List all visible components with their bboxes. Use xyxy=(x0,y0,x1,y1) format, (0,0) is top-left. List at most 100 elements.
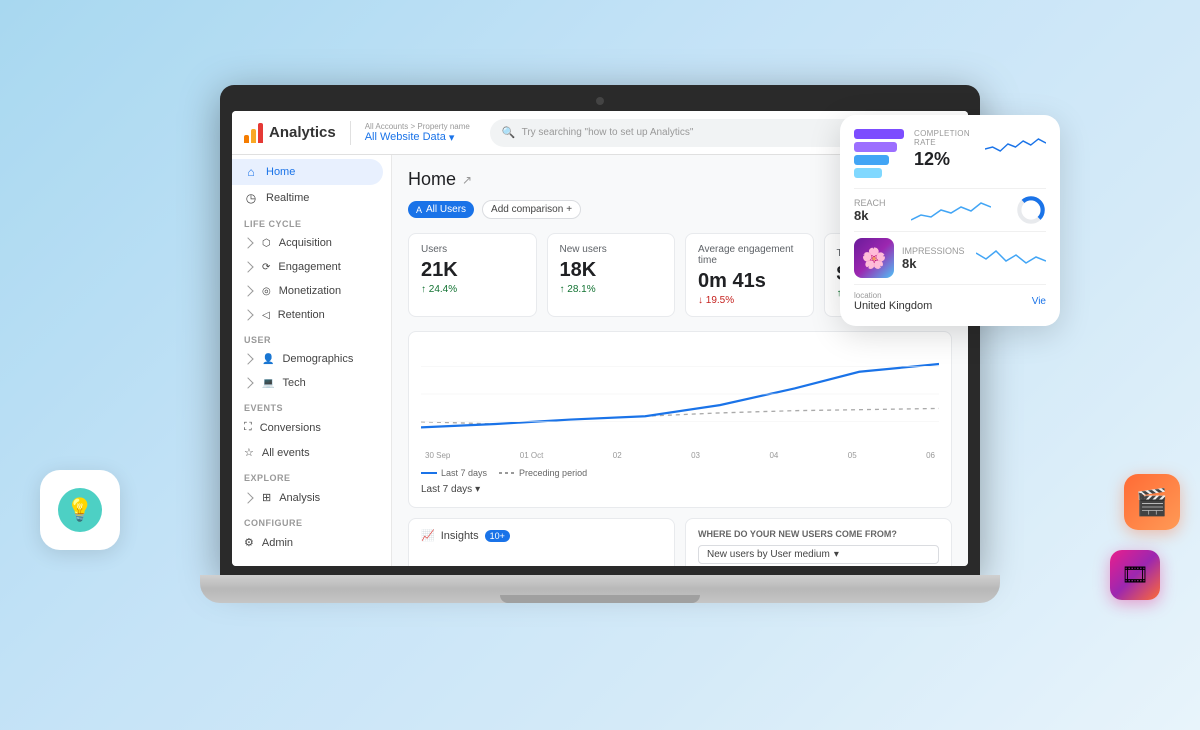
monetization-icon: ◎ xyxy=(262,286,271,297)
sidebar-item-acquisition[interactable]: ⬡ Acquisition xyxy=(232,231,391,255)
expand-arrow-analysis xyxy=(242,492,253,503)
sidebar-item-realtime[interactable]: ◷ Realtime xyxy=(232,185,391,211)
page-title: Home xyxy=(408,169,456,190)
sidebar-item-demographics[interactable]: 👤 Demographics xyxy=(232,347,391,371)
chart-area: 30 Sep 01 Oct 02 03 04 05 06 Last 7 days xyxy=(408,331,952,508)
impressions-value: 8k xyxy=(902,256,968,271)
bar-light-blue xyxy=(854,168,882,178)
sidebar-item-engagement[interactable]: ⟳ Engagement xyxy=(232,255,391,279)
bar-blue xyxy=(854,155,889,165)
bar-purple xyxy=(854,129,904,139)
tech-icon: 💻 xyxy=(262,378,274,389)
plus-icon: + xyxy=(566,204,572,215)
metric-change-new-users: ↑ 28.1% xyxy=(560,284,663,295)
configure-section: CONFIGURE xyxy=(232,510,391,530)
donut-chart xyxy=(1016,195,1046,225)
users-source-dropdown[interactable]: New users by User medium ▾ xyxy=(698,545,939,564)
flower-thumbnail: 🌸 xyxy=(854,238,894,278)
property-selector[interactable]: All Accounts > Property name All Website… xyxy=(365,122,470,144)
sidebar-item-home[interactable]: ⌂ Home xyxy=(232,159,383,185)
analysis-icon: ⊞ xyxy=(262,491,271,504)
view-link[interactable]: Vie xyxy=(1032,296,1046,307)
chevron-down-icon: ▾ xyxy=(475,484,480,495)
insights-title: 📈 Insights 10+ xyxy=(421,529,662,542)
all-users-icon: A xyxy=(416,205,422,215)
location-value: United Kingdom xyxy=(854,300,932,312)
expand-arrow-dem xyxy=(242,353,253,364)
logo-bar-2 xyxy=(251,129,256,143)
sidebar-item-retention[interactable]: ◁ Retention xyxy=(232,303,391,327)
bottom-row: 📈 Insights 10+ WHERE DO YOUR NEW USERS C… xyxy=(408,518,952,566)
metric-value-engagement: 0m 41s xyxy=(698,270,801,293)
sidebar-item-all-events[interactable]: ☆ All events xyxy=(232,440,391,465)
expand-arrow-eng xyxy=(242,261,253,272)
add-comparison-button[interactable]: Add comparison + xyxy=(482,200,581,219)
logo-bars xyxy=(244,123,263,143)
impressions-chart xyxy=(976,243,1046,273)
breadcrumb: All Accounts > Property name xyxy=(365,122,470,131)
property-name[interactable]: All Website Data ▾ xyxy=(365,131,470,144)
home-icon: ⌂ xyxy=(244,165,258,179)
metric-users: Users 21K ↑ 24.4% xyxy=(408,233,537,317)
metric-label-engagement: Average engagement time xyxy=(698,244,801,266)
metric-change-engagement: ↓ 19.5% xyxy=(698,295,801,306)
sidebar-item-monetization[interactable]: ◎ Monetization xyxy=(232,279,391,303)
conversions-icon: ⛶ xyxy=(244,421,252,434)
logo-bar-1 xyxy=(244,135,249,143)
impressions-label: IMPRESSIONS xyxy=(902,246,968,256)
header-divider xyxy=(350,121,351,145)
floating-reel-icon-2: 🎞 xyxy=(1110,550,1160,600)
main-chart xyxy=(421,344,939,444)
sidebar-item-analysis[interactable]: ⊞ Analysis xyxy=(232,485,391,510)
acquisition-icon: ⬡ xyxy=(262,238,271,249)
all-users-badge[interactable]: A All Users xyxy=(408,201,474,218)
bar-violet xyxy=(854,142,897,152)
analytics-logo: Analytics xyxy=(244,123,336,143)
app-title: Analytics xyxy=(269,124,336,141)
demographics-icon: 👤 xyxy=(262,354,274,365)
expand-arrow xyxy=(242,237,253,248)
reel-icon: 🎬 xyxy=(1136,487,1168,518)
gear-icon: ⚙ xyxy=(244,536,254,549)
sidebar: ⌂ Home ◷ Realtime LIFE CYCLE ⬡ Acquisiti… xyxy=(232,155,392,566)
expand-arrow-ret xyxy=(242,309,253,320)
metric-value-users: 21K xyxy=(421,259,524,282)
chevron-down-icon: ▾ xyxy=(449,131,455,144)
user-section: USER xyxy=(232,327,391,347)
floating-lightbulb-card: 💡 xyxy=(40,470,120,550)
completion-rate-value: 12% xyxy=(914,149,975,170)
camera xyxy=(596,97,604,105)
expand-arrow-tech xyxy=(242,377,253,388)
events-section: EVENTS xyxy=(232,395,391,415)
search-icon: 🔍 xyxy=(502,126,516,139)
clock-icon: ◷ xyxy=(244,191,258,205)
impressions-row: 🌸 IMPRESSIONS 8k xyxy=(854,231,1046,284)
metric-label-users: Users xyxy=(421,244,524,255)
legend-preceding: Preceding period xyxy=(499,468,587,478)
sidebar-item-conversions[interactable]: ⛶ Conversions xyxy=(232,415,391,440)
metric-engagement: Average engagement time 0m 41s ↓ 19.5% xyxy=(685,233,814,317)
date-range-button[interactable]: Last 7 days ▾ xyxy=(421,484,939,495)
sidebar-item-tech[interactable]: 💻 Tech xyxy=(232,371,391,395)
engagement-icon: ⟳ xyxy=(262,262,270,273)
completion-info: COMPLETION RATE 12% xyxy=(914,129,975,170)
floating-reel-icon-1: 🎬 xyxy=(1124,474,1180,530)
reach-value: 8k xyxy=(854,208,886,223)
laptop-base xyxy=(200,575,1000,603)
completion-rate-label: COMPLETION RATE xyxy=(914,129,975,147)
all-events-icon: ☆ xyxy=(244,446,254,459)
lightbulb-icon: 💡 xyxy=(58,488,102,532)
legend-last7: Last 7 days xyxy=(421,468,487,478)
completion-mini-chart xyxy=(985,129,1046,159)
metric-new-users: New users 18K ↑ 28.1% xyxy=(547,233,676,317)
explore-section: EXPLORE xyxy=(232,465,391,485)
sidebar-item-admin[interactable]: ⚙ Admin xyxy=(232,530,391,555)
chart-legend: Last 7 days Preceding period xyxy=(421,468,939,478)
reel-icon-2: 🎞 xyxy=(1121,562,1149,588)
legend-line-solid xyxy=(421,472,437,474)
chevron-down-icon: ▾ xyxy=(834,549,839,560)
external-link-icon: ↗ xyxy=(462,173,472,187)
logo-bar-3 xyxy=(258,123,263,143)
color-bars xyxy=(854,129,904,178)
chart-x-labels: 30 Sep 01 Oct 02 03 04 05 06 xyxy=(421,451,939,460)
